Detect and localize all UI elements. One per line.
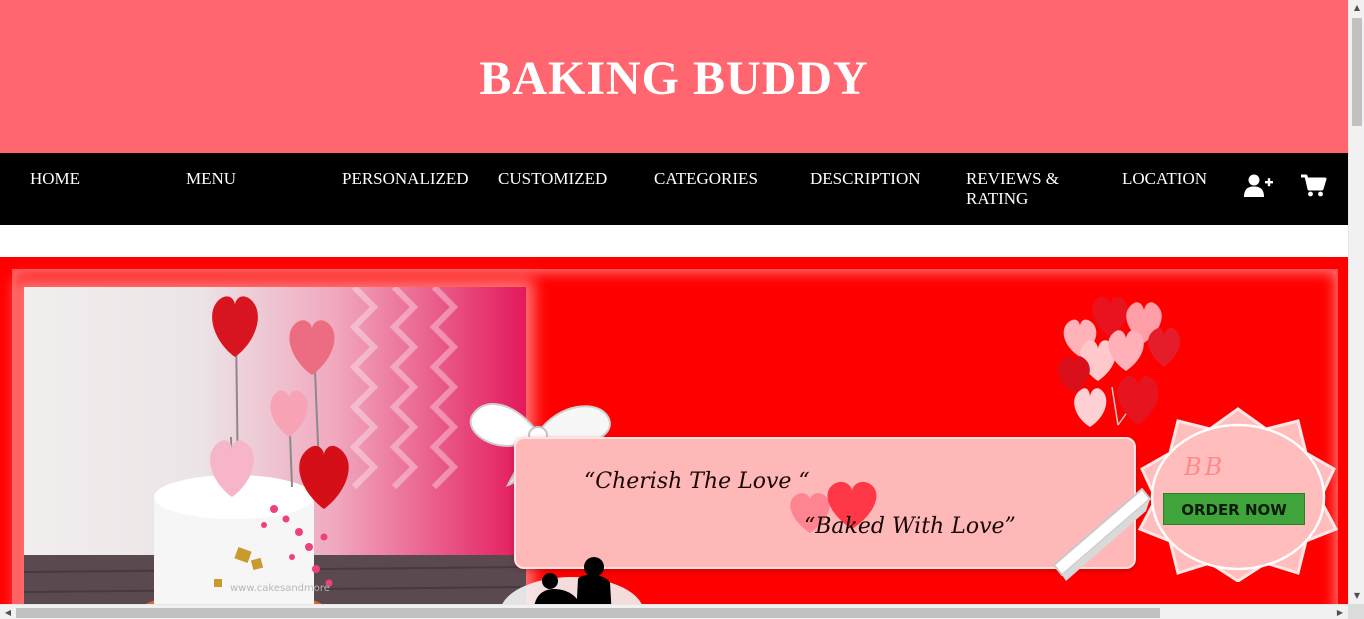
nav-reviews-rating[interactable]: REVIEWS & RATING — [966, 169, 1076, 209]
nav-menu[interactable]: MENU — [186, 169, 236, 189]
nav-description[interactable]: DESCRIPTION — [810, 169, 921, 189]
horizontal-scroll-thumb[interactable] — [16, 608, 1160, 618]
couple-silhouette-icon — [502, 557, 642, 604]
scroll-right-arrow-icon[interactable]: ▶ — [1332, 605, 1348, 619]
scroll-left-arrow-icon[interactable]: ◀ — [0, 605, 16, 619]
hero-banner: www.cakesandmore “Cherish The Love “ “Ba… — [0, 257, 1348, 604]
photo-watermark: www.cakesandmore — [230, 583, 330, 594]
add-user-icon[interactable] — [1244, 173, 1274, 199]
page-viewport: BAKING BUDDY HOME MENU PERSONALIZED CUST… — [0, 0, 1348, 604]
scroll-down-arrow-icon[interactable]: ▼ — [1349, 588, 1364, 604]
main-navbar: HOME MENU PERSONALIZED CUSTOMIZED CATEGO… — [0, 153, 1348, 225]
nav-location[interactable]: LOCATION — [1122, 169, 1207, 189]
badge-initials: BB — [1184, 453, 1226, 481]
cart-icon[interactable] — [1300, 173, 1330, 199]
nav-personalized[interactable]: PERSONALIZED — [342, 169, 469, 189]
site-title: BAKING BUDDY — [479, 52, 869, 105]
horizontal-scrollbar[interactable]: ◀ ▶ — [0, 604, 1348, 619]
nav-home[interactable]: HOME — [30, 169, 80, 189]
nav-categories[interactable]: CATEGORIES — [654, 169, 758, 189]
nav-customized[interactable]: CUSTOMIZED — [498, 169, 607, 189]
site-header: BAKING BUDDY — [0, 0, 1348, 153]
scroll-up-arrow-icon[interactable]: ▲ — [1349, 0, 1364, 16]
vertical-scroll-thumb[interactable] — [1352, 18, 1362, 126]
tagline-baked: “Baked With Love” — [804, 514, 1016, 539]
vertical-scrollbar[interactable]: ▲ ▼ — [1348, 0, 1364, 604]
order-now-button[interactable]: ORDER NOW — [1163, 493, 1305, 525]
scrollbar-corner — [1348, 604, 1364, 619]
